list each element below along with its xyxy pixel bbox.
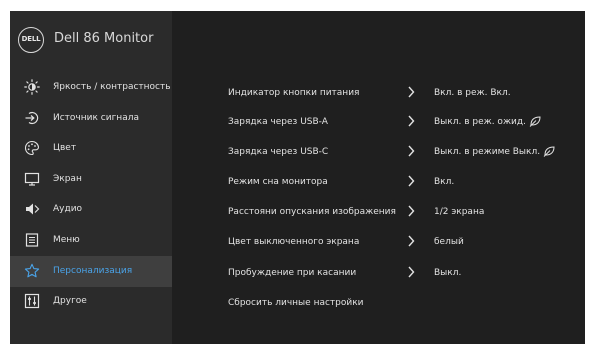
setting-value: Вкл. в реж. Вкл.	[434, 88, 511, 98]
osd-header: DELL Dell 86 Monitor	[10, 11, 172, 67]
brightness-icon	[24, 79, 40, 95]
menu-item-audio[interactable]: Аудио	[10, 194, 172, 225]
chevron-right-icon	[408, 115, 415, 127]
setting-value: белый	[434, 237, 464, 247]
menu-item-label: Меню	[53, 235, 80, 245]
menu-item-label: Источник сигнала	[53, 113, 139, 123]
menu-item-others[interactable]: Другое	[10, 286, 172, 317]
setting-row-usb-c-charging[interactable]: Зарядка через USB-C Выкл. в режиме Выкл.	[172, 140, 585, 170]
setting-row-wake-on-touch[interactable]: Пробуждение при касании Выкл.	[172, 261, 585, 291]
star-icon	[24, 263, 40, 278]
menu-item-menu[interactable]: Меню	[10, 225, 172, 256]
chevron-right-icon	[408, 145, 415, 157]
color-palette-icon	[24, 140, 40, 156]
monitor-osd: DELL Dell 86 Monitor Яркость / контрастн…	[10, 11, 585, 344]
speaker-icon	[26, 203, 40, 215]
osd-settings-panel: Индикатор кнопки питания Вкл. в реж. Вкл…	[172, 11, 585, 344]
display-icon	[24, 172, 40, 186]
leaf-icon	[529, 116, 541, 127]
setting-name: Цвет выключенного экрана	[228, 237, 360, 247]
menu-item-label: Яркость / контрастность	[53, 82, 171, 92]
chevron-right-icon	[408, 266, 415, 278]
chevron-right-icon	[408, 235, 415, 247]
chevron-right-icon	[408, 86, 415, 98]
setting-value: Вкл.	[434, 177, 455, 187]
other-settings-icon	[24, 293, 40, 309]
setting-row-usb-a-charging[interactable]: Зарядка через USB-A Выкл. в реж. ожид.	[172, 110, 585, 140]
menu-item-label: Другое	[53, 296, 87, 306]
setting-name: Расстояни опускания изображения	[228, 207, 396, 217]
monitor-model: Dell 86 Monitor	[54, 31, 154, 46]
input-source-icon	[25, 111, 39, 125]
menu-item-input-source[interactable]: Источник сигнала	[10, 103, 172, 134]
setting-row-power-button-led[interactable]: Индикатор кнопки питания Вкл. в реж. Вкл…	[172, 81, 585, 111]
menu-item-personalize[interactable]: Персонализация	[10, 256, 172, 287]
chevron-right-icon	[408, 175, 415, 187]
menu-item-label: Цвет	[53, 143, 77, 153]
menu-item-display[interactable]: Экран	[10, 164, 172, 195]
leaf-icon	[543, 146, 555, 157]
setting-name: Зарядка через USB-A	[228, 117, 328, 127]
setting-value: 1/2 экрана	[434, 207, 485, 217]
setting-row-reset-personalization[interactable]: Сбросить личные настройки	[172, 291, 585, 321]
setting-name: Индикатор кнопки питания	[228, 88, 360, 98]
menu-item-label: Персонализация	[53, 266, 133, 276]
setting-name: Сбросить личные настройки	[228, 298, 364, 308]
menu-item-label: Аудио	[53, 204, 83, 214]
dell-logo: DELL	[18, 27, 44, 53]
menu-item-label: Экран	[53, 174, 82, 184]
setting-name: Зарядка через USB-C	[228, 147, 329, 157]
menu-icon	[25, 233, 39, 247]
setting-value: Выкл. в реж. ожид.	[434, 117, 526, 127]
setting-row-image-lowering-distance[interactable]: Расстояни опускания изображения 1/2 экра…	[172, 200, 585, 230]
setting-name: Пробуждение при касании	[228, 268, 357, 278]
setting-name: Режим сна монитора	[228, 177, 328, 187]
chevron-right-icon	[408, 205, 415, 217]
setting-row-monitor-sleep[interactable]: Режим сна монитора Вкл.	[172, 170, 585, 200]
menu-item-brightness-contrast[interactable]: Яркость / контрастность	[10, 72, 172, 103]
osd-sidebar: DELL Dell 86 Monitor Яркость / контрастн…	[10, 11, 172, 344]
setting-value: Выкл. в режиме Выкл.	[434, 147, 541, 157]
menu-item-color[interactable]: Цвет	[10, 133, 172, 164]
setting-value: Выкл.	[434, 268, 462, 278]
setting-row-off-screen-color[interactable]: Цвет выключенного экрана белый	[172, 230, 585, 260]
